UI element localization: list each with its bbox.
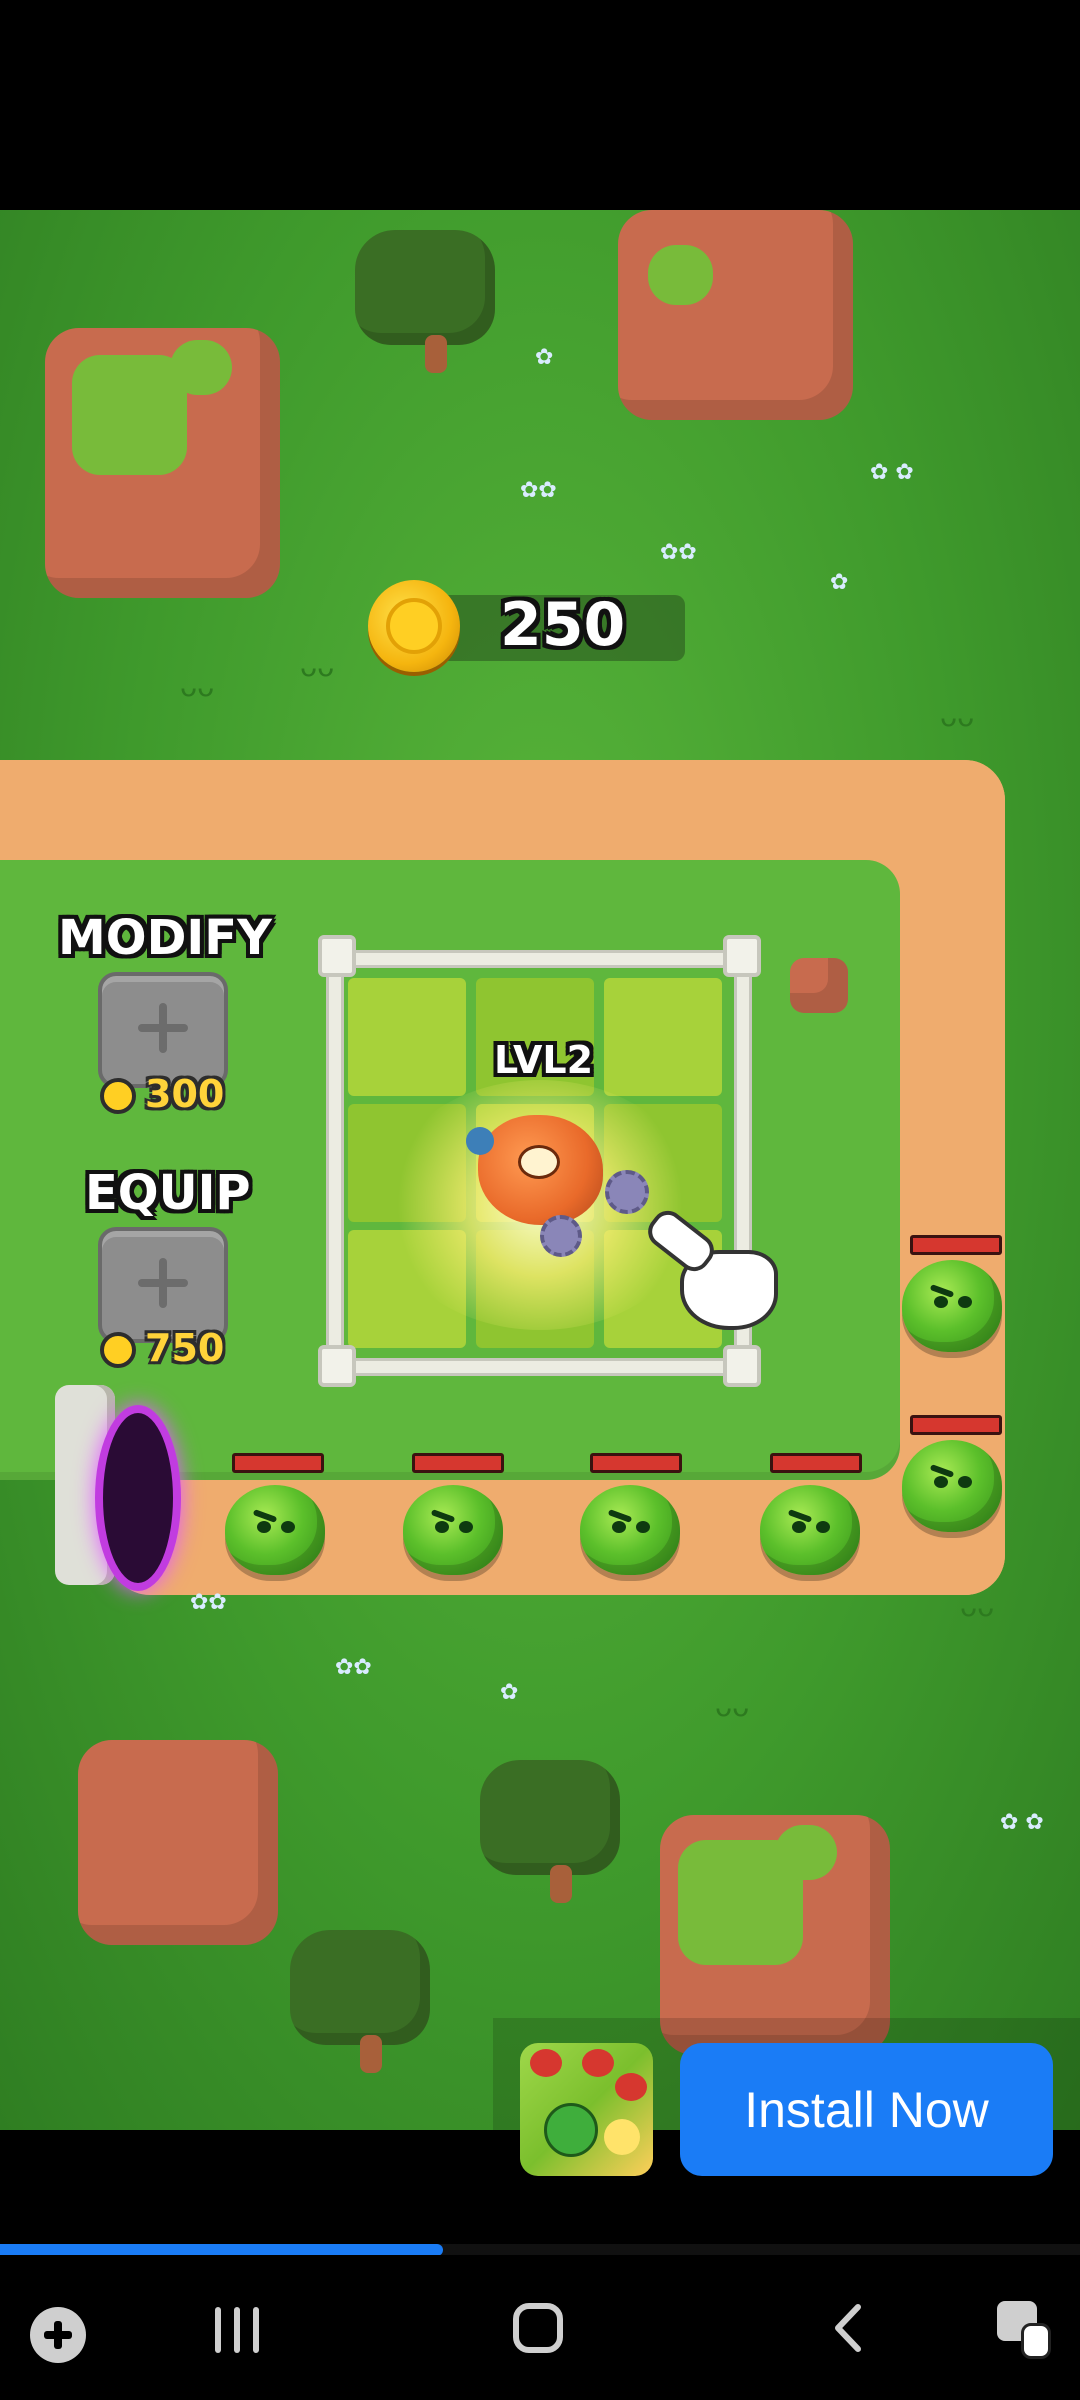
grass-tuft: ᴗᴗ <box>180 670 215 703</box>
modify-cost: 300 <box>145 1072 225 1116</box>
enemy-health-bar <box>770 1453 862 1473</box>
accessibility-icon[interactable] <box>995 2297 1051 2359</box>
flower-decoration: ✿ <box>830 570 849 595</box>
cliff-grass-top <box>775 1825 837 1880</box>
enemy-blob[interactable] <box>902 1440 1002 1532</box>
enemy-health-bar <box>910 1235 1002 1255</box>
flower-decoration: ✿ <box>535 345 554 370</box>
install-now-button[interactable]: Install Now <box>680 2043 1053 2176</box>
game-launcher-icon[interactable] <box>30 2307 86 2363</box>
equip-cost: 750 <box>145 1326 225 1370</box>
modify-label: MODIFY <box>58 910 272 966</box>
fence <box>326 955 344 1371</box>
flower-decoration: ✿ ✿ <box>1000 1810 1044 1835</box>
enemy-health-bar <box>910 1415 1002 1435</box>
small-rock <box>790 958 848 1013</box>
flower-decoration: ✿ <box>500 1680 519 1705</box>
enemy-health-bar <box>590 1453 682 1473</box>
enemy-health-bar <box>232 1453 324 1473</box>
fence <box>330 950 746 968</box>
hero-level-label: LVL2 <box>494 1038 594 1082</box>
cliff-grass-top <box>648 245 713 305</box>
system-navigation-bar <box>0 2255 1080 2400</box>
cliff-rock <box>618 210 853 420</box>
grass-tuft: ᴗᴗ <box>300 650 335 683</box>
enemy-blob[interactable] <box>902 1260 1002 1352</box>
flower-decoration: ✿✿ <box>520 478 557 503</box>
coin-icon <box>100 1332 136 1368</box>
tutorial-hand-pointer <box>641 1204 778 1330</box>
coin-balance: 250 <box>500 590 626 660</box>
coin-icon <box>368 580 460 672</box>
app-icon[interactable] <box>520 2043 653 2176</box>
enemy-path <box>0 760 1005 875</box>
tree-trunk <box>360 2035 382 2073</box>
flower-decoration: ✿✿ <box>335 1655 372 1680</box>
gear-icon <box>540 1215 582 1257</box>
modify-button[interactable] <box>98 972 228 1088</box>
enemy-path <box>890 760 1005 1280</box>
enemy-blob[interactable] <box>580 1485 680 1575</box>
enemy-blob[interactable] <box>403 1485 503 1575</box>
tree <box>290 1930 430 2045</box>
flower-decoration: ✿✿ <box>660 540 697 565</box>
flower-decoration: ✿ ✿ <box>870 460 914 485</box>
grass-tuft: ᴗᴗ <box>715 1690 750 1723</box>
tree-trunk <box>550 1865 572 1903</box>
tree <box>480 1760 620 1875</box>
home-button[interactable] <box>513 2303 563 2353</box>
recent-apps-button[interactable] <box>213 2305 263 2355</box>
enemy-blob[interactable] <box>760 1485 860 1575</box>
cliff-rock <box>78 1740 278 1945</box>
fence <box>330 1358 746 1376</box>
cliff-grass-top <box>170 340 232 395</box>
enemy-spawn-portal <box>95 1405 181 1591</box>
back-button[interactable] <box>828 2303 868 2353</box>
game-canvas[interactable]: ✿ ✿✿ ✿ ✿ ✿ ✿✿ ᴗᴗ ᴗᴗ ᴗᴗ 250 MODIFY 300 EQ… <box>0 210 1080 2130</box>
enemy-health-bar <box>412 1453 504 1473</box>
hero-character[interactable] <box>466 1115 603 1225</box>
coin-icon <box>100 1078 136 1114</box>
grass-tuft: ᴗᴗ <box>940 700 975 733</box>
enemy-blob[interactable] <box>225 1485 325 1575</box>
gear-icon <box>605 1170 649 1214</box>
tree-trunk <box>425 335 447 373</box>
tree <box>355 230 495 345</box>
grass-tuft: ᴗᴗ <box>960 1590 995 1623</box>
equip-label: EQUIP <box>85 1165 251 1221</box>
flower-decoration: ✿✿ <box>190 1590 227 1615</box>
